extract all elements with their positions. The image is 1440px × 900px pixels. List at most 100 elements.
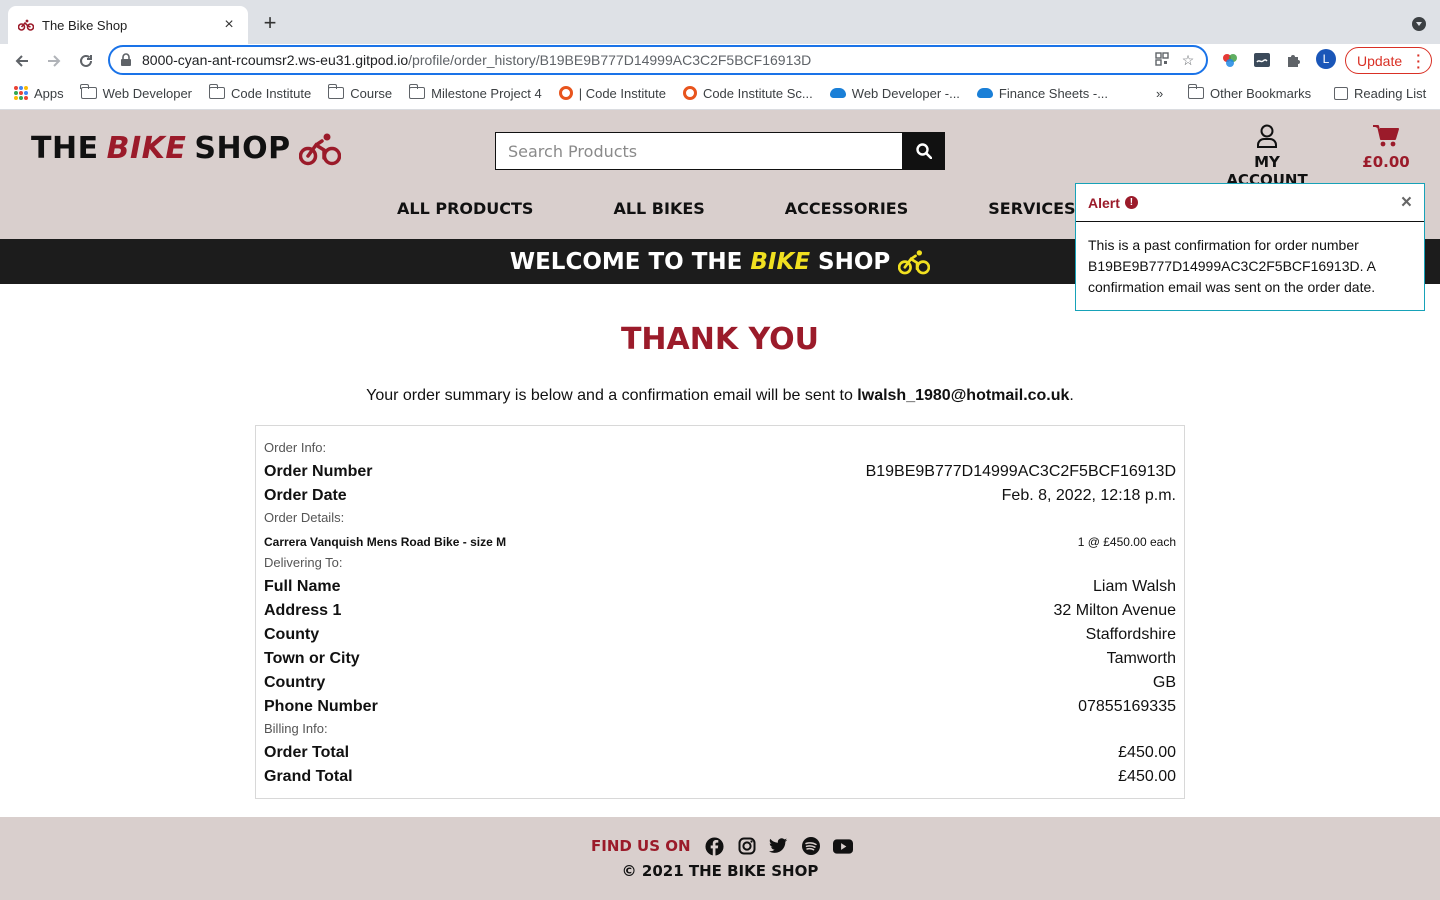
- forward-icon[interactable]: [42, 49, 66, 73]
- tab-close-icon[interactable]: ×: [220, 16, 238, 34]
- bookmark-code-institute[interactable]: Code Institute: [208, 84, 312, 101]
- bookmarks-bar: Apps Web Developer Code Institute Course…: [0, 77, 1440, 110]
- full-name-value: Liam Walsh: [1093, 578, 1176, 595]
- my-account-link[interactable]: MY ACCOUNT: [1214, 124, 1320, 189]
- folder-icon: [208, 84, 226, 99]
- folder-icon: [1187, 84, 1204, 99]
- color-picker-extension-icon[interactable]: [1221, 51, 1241, 71]
- social-links: FIND US ON: [591, 836, 853, 856]
- bookmark-course[interactable]: Course: [327, 84, 393, 101]
- instagram-icon[interactable]: [737, 836, 757, 856]
- reading-list-icon: [1334, 86, 1348, 100]
- bookmark-label: Web Developer: [102, 85, 193, 101]
- nav-accessories[interactable]: ACCESSORIES: [785, 199, 908, 218]
- field-label: Phone Number: [264, 698, 378, 715]
- field-label: Address 1: [264, 602, 342, 619]
- field-label: Full Name: [264, 578, 341, 595]
- main-navigation: ALL PRODUCTS ALL BIKES ACCESSORIES SERVI…: [397, 199, 1076, 218]
- onedrive-cloud-icon: [829, 88, 846, 98]
- order-date-row: Order Date Feb. 8, 2022, 12:18 p.m.: [264, 484, 1176, 508]
- alert-exclamation-icon: !: [1124, 196, 1138, 209]
- profile-avatar[interactable]: L: [1316, 49, 1336, 69]
- new-tab-icon[interactable]: +: [258, 12, 282, 34]
- search-button[interactable]: [903, 132, 945, 170]
- bookmark-label: Course: [350, 85, 393, 101]
- shopping-cart-link[interactable]: £0.00: [1360, 124, 1412, 171]
- bookmark-code-institute-sc[interactable]: Code Institute Sc...: [682, 86, 813, 101]
- bookmark-web-developer[interactable]: Web Developer: [80, 84, 193, 101]
- bookmark-star-icon[interactable]: ☆: [1180, 52, 1196, 68]
- update-button[interactable]: Update · · ·: [1345, 47, 1432, 74]
- bookmark-finance-sheets[interactable]: Finance Sheets -...: [976, 85, 1109, 101]
- item-quantity: 1 @ £450.00 each: [1077, 535, 1176, 549]
- bookmark-apps[interactable]: Apps: [14, 86, 64, 101]
- country-value: GB: [1152, 674, 1176, 691]
- site-footer: [0, 817, 1440, 900]
- nav-services[interactable]: SERVICES: [988, 199, 1075, 218]
- country-row: Country GB: [264, 671, 1176, 695]
- update-label: Update: [1357, 52, 1403, 69]
- alert-header: Alert ! ×: [1076, 184, 1424, 222]
- section-label-delivering: Delivering To:: [264, 555, 343, 570]
- reload-icon[interactable]: [74, 49, 98, 73]
- address1-value: 32 Milton Avenue: [1053, 602, 1176, 619]
- tab-title: The Bike Shop: [42, 17, 128, 33]
- section-label-order-details: Order Details:: [264, 510, 345, 525]
- bookmark-web-developer-onedrive[interactable]: Web Developer -...: [829, 86, 960, 101]
- banner-bike-text: BIKE: [750, 248, 811, 275]
- screenshot-extension-icon[interactable]: [1253, 51, 1273, 71]
- bookmark-milestone-project[interactable]: Milestone Project 4: [408, 84, 542, 101]
- order-total-row: Order Total £450.00: [264, 741, 1176, 765]
- back-icon[interactable]: [10, 49, 34, 73]
- code-institute-icon: [558, 86, 573, 100]
- folder-icon: [80, 84, 97, 99]
- qr-code-icon[interactable]: [1154, 52, 1170, 68]
- twitter-icon[interactable]: [769, 836, 789, 856]
- bookmark-code-institute-site[interactable]: | Code Institute: [558, 86, 666, 101]
- address-bar[interactable]: 8000-cyan-ant-rcoumsr2.ws-eu31.gitpod.io…: [108, 45, 1208, 75]
- nav-all-bikes[interactable]: ALL BIKES: [613, 199, 704, 218]
- field-label: Order Total: [264, 744, 350, 761]
- nav-all-products[interactable]: ALL PRODUCTS: [397, 199, 533, 218]
- bookmark-label: Milestone Project 4: [431, 85, 542, 101]
- item-name: Carrera Vanquish Mens Road Bike - size M: [264, 535, 507, 549]
- tab-search-icon[interactable]: [1412, 17, 1426, 31]
- search-input[interactable]: [495, 132, 903, 170]
- full-name-row: Full Name Liam Walsh: [264, 575, 1176, 599]
- alert-toast: Alert ! × This is a past confirmation fo…: [1075, 183, 1425, 311]
- field-label: Grand Total: [264, 768, 353, 785]
- bookmark-label: Other Bookmarks: [1210, 85, 1312, 101]
- cyclist-logo-icon: [298, 133, 341, 165]
- bookmarks-overflow-icon[interactable]: »: [1156, 86, 1163, 101]
- bookmark-label: Apps: [34, 85, 64, 101]
- field-label: County: [264, 626, 320, 643]
- bike-favicon-icon: [18, 19, 34, 31]
- overflow-label: »: [1156, 85, 1164, 101]
- cart-total: £0.00: [1362, 153, 1410, 171]
- grand-total-value: £450.00: [1118, 768, 1176, 785]
- browser-tab[interactable]: The Bike Shop ×: [8, 6, 248, 44]
- site-logo[interactable]: THE BIKE SHOP: [31, 131, 341, 166]
- facebook-icon[interactable]: [705, 836, 725, 856]
- order-total-value: £450.00: [1118, 744, 1176, 761]
- field-label: Order Number: [264, 463, 373, 480]
- spotify-icon[interactable]: [801, 836, 821, 856]
- bookmark-label: Finance Sheets -...: [998, 85, 1109, 101]
- extensions-puzzle-icon[interactable]: [1285, 51, 1305, 71]
- browser-tabstrip: The Bike Shop × +: [0, 0, 1440, 44]
- code-institute-icon: [682, 86, 697, 100]
- chrome-menu-icon[interactable]: · · ·: [1416, 48, 1421, 74]
- browser-toolbar: 8000-cyan-ant-rcoumsr2.ws-eu31.gitpod.io…: [0, 44, 1440, 77]
- alert-message: This is a past confirmation for order nu…: [1088, 237, 1376, 295]
- bookmark-label: Reading List: [1354, 85, 1427, 101]
- alert-close-icon[interactable]: ×: [1401, 192, 1412, 214]
- field-label: Town or City: [264, 650, 360, 667]
- bookmark-label: Code Institute: [231, 85, 312, 101]
- grand-total-row: Grand Total £450.00: [264, 765, 1176, 789]
- youtube-icon[interactable]: [832, 836, 853, 856]
- field-label: Country: [264, 674, 326, 691]
- order-summary-card: Order Info: Order Number B19BE9B777D1499…: [255, 425, 1185, 799]
- bookmark-other-bookmarks[interactable]: Other Bookmarks: [1187, 84, 1312, 101]
- town-value: Tamworth: [1106, 650, 1176, 667]
- bookmark-reading-list[interactable]: Reading List: [1334, 86, 1426, 101]
